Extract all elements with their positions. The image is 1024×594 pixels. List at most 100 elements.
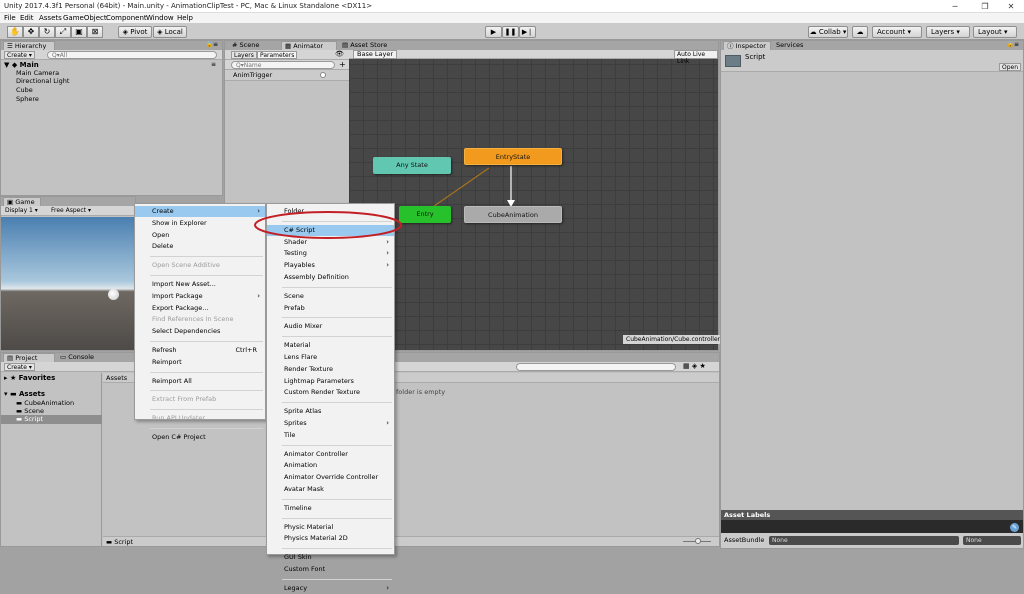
menu-item-extract-from-prefab[interactable]: Extract From Prefab	[135, 394, 265, 405]
menu-item-playables[interactable]: Playables ›	[267, 260, 394, 271]
entry-state-node[interactable]: EntryState	[464, 148, 562, 165]
menu-component[interactable]: Component	[106, 14, 147, 22]
filter-icons[interactable]: ▦ ◈ ★	[683, 362, 706, 370]
tab-game[interactable]: ▣ Game	[3, 197, 41, 206]
menu-gameobject[interactable]: GameObject	[63, 14, 107, 22]
asset-variant-dropdown[interactable]: None	[963, 536, 1021, 545]
menu-item-legacy[interactable]: Legacy ›	[267, 583, 394, 594]
menu-item-physic-material[interactable]: Physic Material	[267, 522, 394, 533]
parameter-name[interactable]: AnimTrigger	[233, 71, 272, 79]
menu-help[interactable]: Help	[177, 14, 193, 22]
menu-item-gui-skin[interactable]: GUI Skin	[267, 552, 394, 563]
parameters-tab[interactable]: Parameters	[257, 51, 298, 59]
cloud-icon[interactable]: ☁	[852, 26, 868, 38]
rect-tool-icon[interactable]: ▣	[71, 26, 87, 38]
menu-item-testing[interactable]: Testing ›	[267, 248, 394, 259]
menu-item-timeline[interactable]: Timeline	[267, 503, 394, 514]
layout-dropdown[interactable]: Layout ▾	[973, 26, 1017, 38]
menu-item-animation[interactable]: Animation	[267, 460, 394, 471]
hierarchy-item[interactable]: Sphere	[16, 95, 39, 103]
inspector-menu-icon[interactable]: 🔒≡	[1007, 41, 1020, 48]
hierarchy-create-button[interactable]: Create ▾	[4, 51, 35, 59]
menu-item-prefab[interactable]: Prefab	[267, 303, 394, 314]
layers-tab[interactable]: Layers	[231, 51, 257, 59]
menu-item-sprite-atlas[interactable]: Sprite Atlas	[267, 406, 394, 417]
menu-item-create[interactable]: Create ›	[135, 206, 265, 217]
breadcrumb[interactable]: Assets	[106, 374, 127, 382]
panel-menu-icon[interactable]: 🔒≡	[206, 41, 219, 48]
tab-hierarchy[interactable]: ☰ Hierarchy	[3, 41, 55, 50]
assets-root[interactable]: ▾ ▬ Assets	[4, 390, 45, 398]
zoom-slider-thumb[interactable]	[695, 538, 701, 544]
any-state-node[interactable]: Any State	[373, 157, 451, 174]
menu-item-custom-render-texture[interactable]: Custom Render Texture	[267, 387, 394, 398]
menu-item-show-in-explorer[interactable]: Show in Explorer	[135, 218, 265, 229]
aspect-dropdown[interactable]: Free Aspect ▾	[51, 207, 91, 214]
menu-item-audio-mixer[interactable]: Audio Mixer	[267, 321, 394, 332]
folder-item[interactable]: ▬ CubeAnimation	[16, 399, 74, 407]
menu-item-open-scene-additive[interactable]: Open Scene Additive	[135, 260, 265, 271]
menu-item-reimport[interactable]: Reimport	[135, 357, 265, 368]
menu-item-find-references-in-scene[interactable]: Find References In Scene	[135, 314, 265, 325]
local-button[interactable]: ◈ Local	[153, 26, 187, 38]
menu-item-open-c-project[interactable]: Open C# Project	[135, 432, 265, 443]
menu-item-import-package[interactable]: Import Package ›	[135, 291, 265, 302]
tab-project[interactable]: ▤ Project	[3, 353, 55, 362]
menu-window[interactable]: Window	[146, 14, 174, 22]
asset-bundle-dropdown[interactable]: None	[769, 536, 959, 545]
hierarchy-item[interactable]: Main Camera	[16, 69, 59, 77]
menu-item-lightmap-parameters[interactable]: Lightmap Parameters	[267, 376, 394, 387]
menu-item-reimport-all[interactable]: Reimport All	[135, 376, 265, 387]
menu-item-animator-override-controller[interactable]: Animator Override Controller	[267, 472, 394, 483]
menu-item-material[interactable]: Material	[267, 340, 394, 351]
hierarchy-item[interactable]: Cube	[16, 86, 33, 94]
menu-item-refresh[interactable]: Refresh Ctrl+R	[135, 345, 265, 356]
tab-animator[interactable]: ▦ Animator	[281, 41, 337, 50]
parameter-search-input[interactable]: Q▾Name	[231, 61, 335, 69]
menu-item-sprites[interactable]: Sprites ›	[267, 418, 394, 429]
entry-node[interactable]: Entry	[399, 206, 451, 223]
menu-item-delete[interactable]: Delete	[135, 241, 265, 252]
folder-item-selected[interactable]: ▬ Script	[1, 415, 102, 424]
eye-icon[interactable]: 👁	[335, 50, 344, 58]
move-tool-icon[interactable]: ✥	[23, 26, 39, 38]
label-icon[interactable]: ✎	[1010, 523, 1019, 532]
project-search-input[interactable]	[516, 363, 676, 371]
project-create-button[interactable]: Create ▾	[4, 363, 35, 371]
play-button[interactable]: ▶	[485, 26, 502, 38]
menu-item-tile[interactable]: Tile	[267, 430, 394, 441]
menu-item-lens-flare[interactable]: Lens Flare	[267, 352, 394, 363]
pause-button[interactable]: ❚❚	[502, 26, 519, 38]
tab-services[interactable]: Services	[773, 41, 821, 50]
tab-console[interactable]: ▭ Console	[57, 353, 109, 362]
game-view[interactable]	[1, 217, 135, 350]
hierarchy-item[interactable]: Directional Light	[16, 77, 69, 85]
menu-item-scene[interactable]: Scene	[267, 291, 394, 302]
display-dropdown[interactable]: Display 1 ▾	[5, 207, 38, 214]
step-button[interactable]: ▶❘	[519, 26, 536, 38]
tab-asset-store[interactable]: ▤ Asset Store	[339, 41, 399, 50]
menu-item-physics-material-2d[interactable]: Physics Material 2D	[267, 533, 394, 544]
menu-item-import-new-asset[interactable]: Import New Asset...	[135, 279, 265, 290]
tab-inspector[interactable]: ⓘ Inspector	[723, 41, 771, 50]
menu-item-assembly-definition[interactable]: Assembly Definition	[267, 272, 394, 283]
open-button[interactable]: Open	[999, 63, 1022, 71]
hierarchy-search-input[interactable]: Q▾All	[47, 51, 217, 59]
rotate-tool-icon[interactable]: ↻	[39, 26, 55, 38]
minimize-icon[interactable]: ─	[940, 0, 970, 13]
add-parameter-icon[interactable]: +	[339, 60, 346, 69]
menu-edit[interactable]: Edit	[20, 14, 34, 22]
scale-tool-icon[interactable]: ⤢	[55, 26, 71, 38]
menu-file[interactable]: File	[4, 14, 16, 22]
menu-assets[interactable]: Assets	[39, 14, 62, 22]
menu-item-animator-controller[interactable]: Animator Controller	[267, 449, 394, 460]
menu-item-custom-font[interactable]: Custom Font	[267, 564, 394, 575]
hand-tool-icon[interactable]: ✋	[7, 26, 23, 38]
scene-root[interactable]: ▼ ◆ Main	[4, 61, 39, 69]
transform-tool-icon[interactable]: ⊠	[87, 26, 103, 38]
pivot-button[interactable]: ◈ Pivot	[118, 26, 152, 38]
menu-item-run-api-updater[interactable]: Run API Updater...	[135, 413, 265, 424]
animator-graph[interactable]: Base Layer Auto Live Link Any State Entr…	[349, 50, 724, 350]
folder-item[interactable]: ▬ Scene	[16, 407, 44, 415]
collab-button[interactable]: ☁ Collab ▾	[808, 26, 848, 38]
